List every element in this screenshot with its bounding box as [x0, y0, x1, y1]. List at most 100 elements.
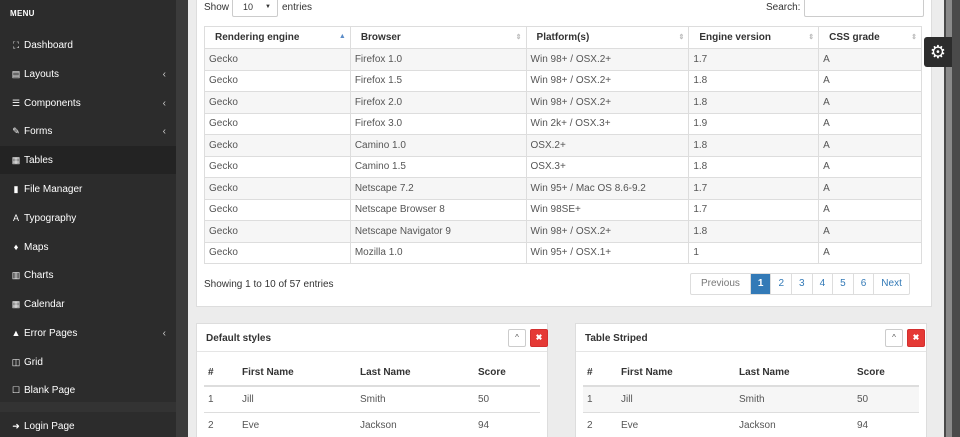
- sidebar-divider: [0, 402, 176, 412]
- sidebar-item-label: Login Page: [24, 420, 75, 432]
- table-cell: 2: [204, 411, 238, 437]
- page-button-4[interactable]: 4: [811, 274, 833, 294]
- sidebar-item-label: Tables: [24, 154, 53, 166]
- table-cell: 1.8: [688, 134, 820, 157]
- column-header: #: [583, 360, 617, 387]
- table-cell: Gecko: [204, 69, 351, 92]
- table-cell: A: [818, 134, 922, 157]
- sidebar-item-layouts[interactable]: ▤ Layouts ‹: [0, 60, 176, 88]
- column-header[interactable]: CSS grade ⇕: [818, 26, 922, 49]
- table-cell: Firefox 1.5: [349, 69, 527, 92]
- sidebar-item-label: Charts: [24, 269, 54, 281]
- sidebar-item-login-page[interactable]: ➜ Login Page: [0, 412, 176, 437]
- panel-header: Default styles ^ ✖: [197, 324, 548, 352]
- chevron-left-icon: ‹: [162, 68, 166, 80]
- table-cell: 1.7: [688, 198, 820, 221]
- table-cell: 1.7: [688, 48, 820, 71]
- table-cell: Mozilla 1.0: [349, 241, 527, 264]
- table-cell: 1.8: [688, 155, 820, 178]
- previous-button[interactable]: Previous: [691, 274, 750, 294]
- table-cell: Netscape Browser 8: [349, 198, 527, 221]
- minimize-button[interactable]: ^: [885, 329, 903, 347]
- page-button-3[interactable]: 3: [791, 274, 812, 294]
- table-row: Gecko Firefox 2.0 Win 98+ / OSX.2+ 1.8 A: [204, 91, 922, 114]
- sidebar-item-file-manager[interactable]: ▮ File Manager: [0, 175, 176, 203]
- table-cell: Win 98SE+: [525, 198, 690, 221]
- table-cell: 94: [853, 411, 919, 437]
- panel-table: # First Name Last Name Score 1 Jill Smith 50 2 Ev…: [583, 360, 919, 437]
- table-cell: Netscape Navigator 9: [349, 220, 527, 243]
- table-cell: Gecko: [204, 155, 351, 178]
- sidebar-item-label: Layouts: [24, 68, 60, 80]
- datatable-toolbar: Show 10 ▼ entries Search:: [204, 0, 924, 20]
- sidebar-item-charts[interactable]: ▥ Charts: [0, 261, 176, 289]
- page-button-1[interactable]: 1: [749, 274, 771, 294]
- table-cell: Gecko: [204, 134, 351, 157]
- sidebar-item-error-pages[interactable]: ▲ Error Pages ‹: [0, 319, 176, 347]
- column-header-label: Engine version: [699, 32, 771, 43]
- column-header: Last Name: [356, 360, 474, 387]
- table-row: Gecko Netscape 7.2 Win 95+ / Mac OS 8.6-9.…: [204, 177, 922, 200]
- chevron-left-icon: ‹: [162, 327, 166, 339]
- table-cell: Win 98+ / OSX.2+: [525, 220, 690, 243]
- column-header-label: Browser: [360, 32, 401, 43]
- column-header-label: CSS grade: [829, 32, 880, 43]
- column-header: Last Name: [735, 360, 853, 387]
- table-cell: Gecko: [204, 48, 351, 71]
- table-cell: Gecko: [204, 198, 351, 221]
- file-manager-icon: ▮: [13, 183, 19, 194]
- column-header-label: Rendering engine: [215, 32, 300, 43]
- sidebar-item-blank-page[interactable]: ☐ Blank Page: [0, 376, 176, 404]
- panel-title: Table Striped: [585, 333, 648, 344]
- page-length-select[interactable]: 10 ▼: [232, 0, 278, 17]
- gear-icon[interactable]: ⚙: [924, 37, 952, 67]
- sidebar-item-calendar[interactable]: ▦ Calendar: [0, 290, 176, 318]
- table-cell: 1.8: [688, 69, 820, 92]
- panel-table: # First Name Last Name Score 1 Jill Smith 50 2 Ev…: [204, 360, 540, 437]
- table-cell: Gecko: [204, 220, 351, 243]
- table-row: Gecko Netscape Navigator 9 Win 98+ / OSX.2…: [204, 220, 922, 243]
- column-header[interactable]: Engine version ⇕: [688, 26, 820, 49]
- sidebar-item-forms[interactable]: ✎ Forms ‹: [0, 117, 176, 145]
- column-header: First Name: [238, 360, 356, 387]
- table-row: Gecko Camino 1.0 OSX.2+ 1.8 A: [204, 134, 922, 157]
- table-cell: Jackson: [356, 411, 474, 437]
- page-button-2[interactable]: 2: [770, 274, 791, 294]
- sidebar-item-dashboard[interactable]: ⛶ Dashboard: [0, 31, 176, 59]
- table-row: Gecko Firefox 3.0 Win 2k+ / OSX.3+ 1.9 A: [204, 112, 922, 135]
- table-cell: OSX.2+: [525, 134, 690, 157]
- charts-icon: ▥: [11, 269, 21, 280]
- maps-icon: ♦: [13, 242, 19, 252]
- sidebar-item-typography[interactable]: A Typography: [0, 204, 176, 232]
- table-cell: Gecko: [204, 177, 351, 200]
- close-button[interactable]: ✖: [907, 329, 925, 347]
- minimize-button[interactable]: ^: [508, 329, 526, 347]
- next-button[interactable]: Next: [873, 274, 909, 294]
- sidebar-item-maps[interactable]: ♦ Maps: [0, 233, 176, 261]
- table-cell: 50: [853, 385, 919, 412]
- sidebar-item-tables[interactable]: ▦ Tables: [0, 146, 176, 174]
- sidebar-item-components[interactable]: ☰ Components ‹: [0, 89, 176, 117]
- table-cell: A: [818, 48, 922, 71]
- panel-default-styles: Default styles ^ ✖ # First Name Last Name Scor…: [196, 323, 548, 437]
- column-header[interactable]: Rendering engine ▲: [204, 26, 351, 49]
- page-button-5[interactable]: 5: [832, 274, 853, 294]
- sidebar-item-label: Typography: [24, 212, 77, 224]
- close-button[interactable]: ✖: [530, 329, 548, 347]
- column-header[interactable]: Browser ⇕: [349, 26, 527, 49]
- gutter: [176, 0, 188, 437]
- table-row: 1 Jill Smith 50: [583, 385, 919, 412]
- show-label: Show: [204, 2, 230, 13]
- page-button-6[interactable]: 6: [852, 274, 874, 294]
- table-cell: Win 2k+ / OSX.3+: [525, 112, 690, 135]
- column-header[interactable]: Platform(s) ⇕: [525, 26, 690, 49]
- error-pages-icon: ▲: [11, 328, 21, 338]
- sort-icon: ⇕: [515, 34, 522, 41]
- table-cell: A: [818, 220, 922, 243]
- sidebar-item-grid[interactable]: ◫ Grid: [0, 348, 176, 376]
- sidebar-item-label: Calendar: [24, 298, 65, 310]
- search-input[interactable]: [804, 0, 924, 17]
- table-row: Gecko Firefox 1.5 Win 98+ / OSX.2+ 1.8 A: [204, 69, 922, 92]
- table-cell: Win 95+ / Mac OS 8.6-9.2: [525, 177, 690, 200]
- table-row: 1 Jill Smith 50: [204, 385, 540, 412]
